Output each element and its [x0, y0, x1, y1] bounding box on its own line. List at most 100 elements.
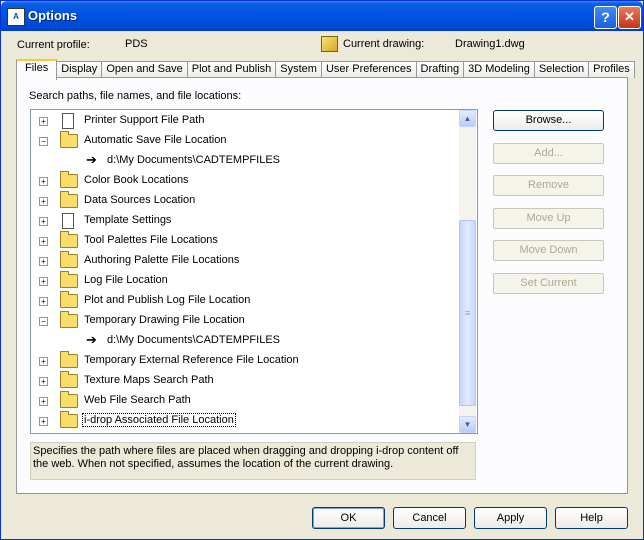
expand-icon[interactable]: + [39, 397, 48, 406]
tree-item-label: Data Sources Location [84, 194, 196, 206]
tab-drafting[interactable]: Drafting [415, 61, 465, 78]
files-tab-panel: Search paths, file names, and file locat… [16, 77, 628, 494]
expand-icon[interactable]: + [39, 377, 48, 386]
autocad-app-icon: A [7, 8, 25, 26]
doc-icon [62, 213, 74, 229]
tree-path-item[interactable]: ➔ d:\My Documents\CADTEMPFILES [31, 151, 459, 171]
tree-path-item[interactable]: ➔ d:\My Documents\CADTEMPFILES [31, 331, 459, 351]
expand-icon[interactable]: + [39, 237, 48, 246]
tab-user-preferences[interactable]: User Preferences [320, 61, 417, 78]
chevron-down-icon: ▼ [463, 420, 472, 429]
tab-3d-modeling[interactable]: 3D Modeling [463, 61, 535, 78]
tree-item[interactable]: + Tool Palettes File Locations [31, 231, 459, 251]
tree-item-label: Automatic Save File Location [84, 134, 227, 146]
tree-item[interactable]: − Automatic Save File Location [31, 131, 459, 151]
folder-icon [60, 171, 78, 188]
tab-display[interactable]: Display [56, 61, 103, 78]
folder-icon [60, 311, 78, 328]
tree-item-label: Log File Location [84, 274, 168, 286]
folder-icon [60, 231, 78, 248]
collapse-icon[interactable]: − [39, 137, 48, 146]
title-bar[interactable]: A Options ? ✕ [1, 1, 643, 31]
tree-item[interactable]: + Printer Support File Path [31, 111, 459, 131]
current-profile-label: Current profile: [17, 39, 90, 51]
tab-system[interactable]: System [275, 61, 322, 78]
ok-button[interactable]: OK [312, 507, 385, 529]
tree-item[interactable]: + Texture Maps Search Path [31, 371, 459, 391]
tree-item[interactable]: + Temporary External Reference File Locat… [31, 351, 459, 371]
set-current-button[interactable]: Set Current [493, 273, 604, 294]
tree-item[interactable]: + Data Sources Location [31, 191, 459, 211]
folder-icon [60, 411, 78, 428]
collapse-icon[interactable]: − [39, 317, 48, 326]
expand-icon[interactable]: + [39, 277, 48, 286]
tree-scrollbar[interactable]: ▲ ≡ ▼ [459, 110, 476, 433]
tree-item[interactable]: + Web File Search Path [31, 391, 459, 411]
add-button[interactable]: Add... [493, 143, 604, 164]
current-profile-value: PDS [125, 38, 148, 50]
expand-icon[interactable]: + [39, 357, 48, 366]
tab-profiles[interactable]: Profiles [588, 61, 635, 78]
tab-plot-and-publish[interactable]: Plot and Publish [186, 61, 277, 78]
path-arrow-icon: ➔ [86, 152, 97, 167]
expand-icon[interactable]: + [39, 117, 48, 126]
tab-strip: Files Display Open and Save Plot and Pub… [16, 59, 635, 80]
tree-item-label: Authoring Palette File Locations [84, 254, 240, 266]
folder-icon [60, 351, 78, 368]
apply-button[interactable]: Apply [474, 507, 547, 529]
tree-item-label: d:\My Documents\CADTEMPFILES [107, 154, 280, 166]
help-button[interactable]: Help [555, 507, 628, 529]
tree-item-label: Template Settings [84, 214, 172, 226]
file-locations-tree[interactable]: + Printer Support File Path − Automatic Sav… [30, 109, 478, 434]
expand-icon[interactable]: + [39, 417, 48, 426]
folder-icon [60, 391, 78, 408]
scroll-thumb[interactable]: ≡ [459, 220, 476, 406]
tree-item-label: Plot and Publish Log File Location [84, 294, 251, 306]
tree-item-label: Web File Search Path [84, 394, 191, 406]
cancel-button[interactable]: Cancel [393, 507, 466, 529]
options-dialog: A Options ? ✕ Current profile: PDS Curre… [0, 0, 644, 540]
tree-item-label: Color Book Locations [84, 174, 189, 186]
browse-button[interactable]: Browse... [493, 110, 604, 131]
expand-icon[interactable]: + [39, 297, 48, 306]
tree-item[interactable]: + i-drop Associated File Location [31, 411, 459, 431]
description-text: Specifies the path where files are place… [30, 442, 476, 480]
current-drawing-label: Current drawing: [343, 38, 425, 50]
title-help-button[interactable]: ? [594, 6, 617, 29]
move-down-button[interactable]: Move Down [493, 240, 604, 261]
tree-item[interactable]: + Template Settings [31, 211, 459, 231]
tree-item-label: Texture Maps Search Path [84, 374, 214, 386]
folder-icon [60, 251, 78, 268]
chevron-up-icon: ▲ [463, 114, 472, 123]
folder-icon [60, 131, 78, 148]
doc-icon [62, 113, 74, 129]
tree-list: + Printer Support File Path − Automatic Sav… [31, 110, 459, 433]
tree-item[interactable]: + Log File Location [31, 271, 459, 291]
tree-item[interactable]: + Authoring Palette File Locations [31, 251, 459, 271]
tree-item[interactable]: − Temporary Drawing File Location [31, 311, 459, 331]
tree-item[interactable]: + Color Book Locations [31, 171, 459, 191]
move-up-button[interactable]: Move Up [493, 208, 604, 229]
window-title: Options [28, 8, 78, 23]
scroll-up-button[interactable]: ▲ [459, 110, 476, 127]
tab-files[interactable]: Files [16, 59, 58, 80]
remove-button[interactable]: Remove [493, 175, 604, 196]
tab-selection[interactable]: Selection [533, 61, 590, 78]
tree-item-label: Printer Support File Path [84, 114, 205, 126]
expand-icon[interactable]: + [39, 217, 48, 226]
folder-icon [60, 191, 78, 208]
close-icon: ✕ [624, 9, 635, 24]
path-arrow-icon: ➔ [86, 332, 97, 347]
folder-icon [60, 271, 78, 288]
tree-item-label: d:\My Documents\CADTEMPFILES [107, 334, 280, 346]
expand-icon[interactable]: + [39, 197, 48, 206]
scroll-down-button[interactable]: ▼ [459, 416, 476, 433]
tree-item[interactable]: + Plot and Publish Log File Location [31, 291, 459, 311]
current-drawing-value: Drawing1.dwg [455, 38, 525, 50]
drawing-icon [321, 36, 338, 52]
expand-icon[interactable]: + [39, 257, 48, 266]
expand-icon[interactable]: + [39, 177, 48, 186]
tab-open-and-save[interactable]: Open and Save [101, 61, 188, 78]
close-button[interactable]: ✕ [618, 6, 641, 29]
search-paths-label: Search paths, file names, and file locat… [29, 90, 242, 102]
